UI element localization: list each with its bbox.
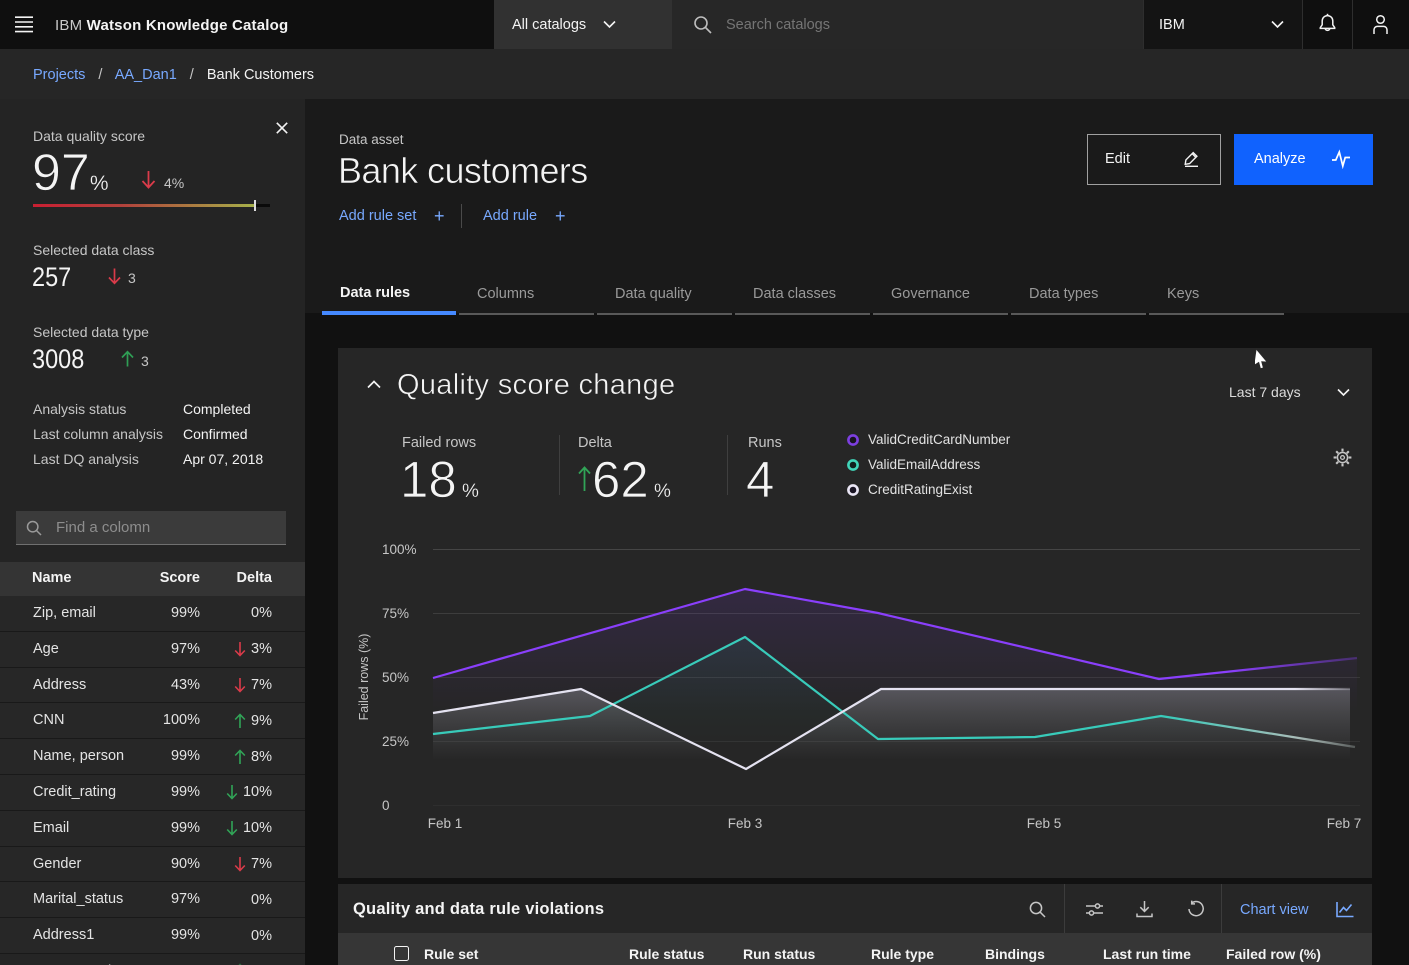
svg-text:Feb 7: Feb 7 [1327, 816, 1362, 831]
svg-text:50%: 50% [382, 670, 409, 685]
svg-text:100%: 100% [382, 542, 417, 557]
svg-text:Feb 5: Feb 5 [1027, 816, 1062, 831]
svg-text:Failed rows (%): Failed rows (%) [357, 634, 371, 721]
svg-text:Feb 1: Feb 1 [428, 816, 463, 831]
svg-text:75%: 75% [382, 606, 409, 621]
svg-text:0: 0 [382, 798, 390, 813]
svg-text:Feb 3: Feb 3 [728, 816, 763, 831]
svg-text:25%: 25% [382, 734, 409, 749]
